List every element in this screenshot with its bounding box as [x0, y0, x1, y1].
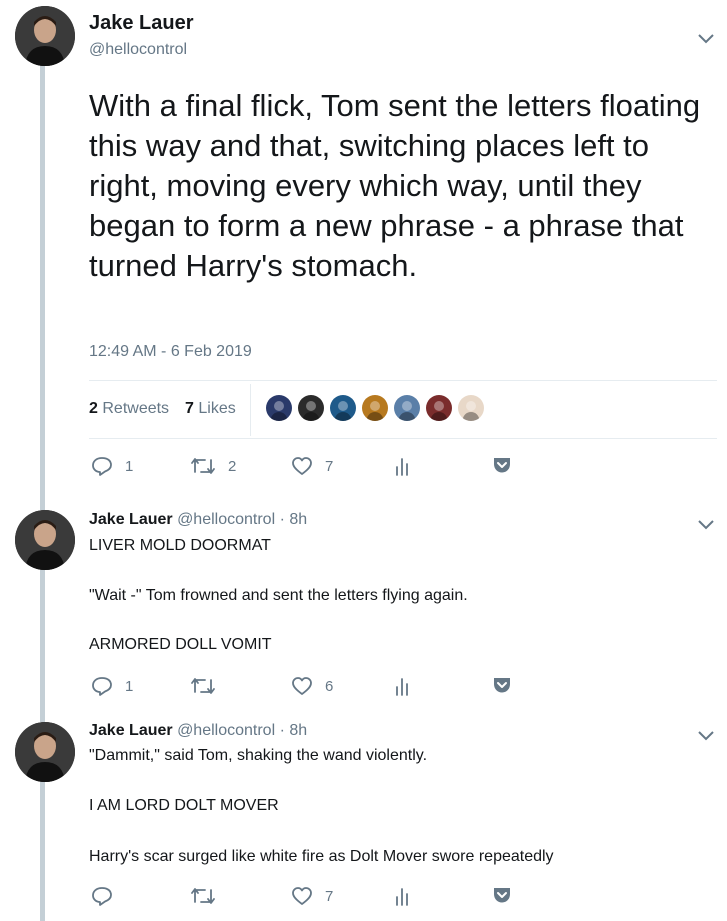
handle[interactable]: @hellocontrol: [177, 511, 275, 528]
pocket-icon: [494, 678, 510, 693]
reply-button[interactable]: 1: [91, 676, 133, 696]
retweet-button[interactable]: 2: [190, 456, 236, 476]
pocket-icon: [494, 458, 510, 473]
retweet-icon: [191, 888, 215, 904]
heart-icon: [292, 677, 312, 695]
like-button[interactable]: 7: [291, 886, 333, 906]
heart-icon: [292, 457, 312, 475]
divider: [89, 380, 717, 381]
likes-label: Likes: [198, 400, 236, 417]
liker-avatar[interactable]: [426, 395, 452, 421]
heart-icon: [292, 887, 312, 905]
reply-icon: [92, 887, 112, 906]
like-count: 7: [325, 887, 334, 905]
reply-time[interactable]: · 8h: [280, 511, 308, 528]
likes-count: 7: [185, 400, 194, 417]
display-name[interactable]: Jake Lauer: [89, 722, 173, 739]
chevron-down-icon[interactable]: [697, 519, 715, 531]
reply-header: Jake Lauer @hellocontrol · 8h: [89, 722, 307, 740]
display-name[interactable]: Jake Lauer: [89, 12, 194, 35]
chevron-down-icon[interactable]: [697, 730, 715, 742]
analytics-icon: [396, 458, 408, 476]
liker-avatar[interactable]: [330, 395, 356, 421]
like-count: 7: [325, 457, 334, 475]
reply-icon: [92, 457, 112, 476]
reply-button[interactable]: 1: [91, 456, 133, 476]
analytics-icon: [396, 678, 408, 696]
reply-count: 1: [125, 677, 134, 695]
avatar[interactable]: [15, 722, 75, 782]
analytics-icon: [396, 888, 408, 906]
handle[interactable]: @hellocontrol: [89, 41, 187, 59]
pocket-button[interactable]: [492, 886, 512, 904]
retweet-icon: [191, 458, 215, 474]
retweet-count: 2: [228, 457, 237, 475]
reply-icon: [92, 677, 112, 696]
reply-text-line: ARMORED DOLL VOMIT: [89, 636, 272, 653]
chevron-down-icon[interactable]: [697, 33, 715, 45]
reply-time[interactable]: · 8h: [280, 722, 308, 739]
analytics-button[interactable]: [394, 886, 410, 906]
like-count: 6: [325, 677, 334, 695]
reply-header: Jake Lauer @hellocontrol · 8h: [89, 511, 307, 529]
retweet-button[interactable]: [190, 676, 228, 696]
liker-avatar[interactable]: [266, 395, 292, 421]
liker-avatar[interactable]: [298, 395, 324, 421]
like-button[interactable]: 7: [291, 456, 333, 476]
display-name[interactable]: Jake Lauer: [89, 511, 173, 528]
likes-stat[interactable]: 7 Likes: [185, 400, 236, 418]
analytics-button[interactable]: [394, 456, 410, 476]
liker-avatars: [266, 395, 490, 421]
divider: [89, 438, 717, 439]
liker-avatar[interactable]: [394, 395, 420, 421]
liker-avatar[interactable]: [362, 395, 388, 421]
pocket-button[interactable]: [492, 456, 512, 474]
pocket-icon: [494, 888, 510, 903]
timestamp[interactable]: 12:49 AM - 6 Feb 2019: [89, 343, 252, 361]
reply-button[interactable]: [91, 886, 125, 906]
reply-text-line: "Dammit," said Tom, shaking the wand vio…: [89, 747, 428, 764]
handle[interactable]: @hellocontrol: [177, 722, 275, 739]
thread-line: [40, 62, 45, 510]
thread-line: [40, 570, 45, 722]
pocket-button[interactable]: [492, 676, 512, 694]
retweets-stat[interactable]: 2 Retweets: [89, 400, 169, 418]
avatar[interactable]: [15, 6, 75, 66]
reply-text-line: LIVER MOLD DOORMAT: [89, 537, 271, 554]
retweets-count: 2: [89, 400, 98, 417]
reply-text-line: I AM LORD DOLT MOVER: [89, 797, 279, 814]
reply-text-line: "Wait -" Tom frowned and sent the letter…: [89, 587, 468, 604]
tweet-text: With a final flick, Tom sent the letters…: [89, 88, 701, 283]
like-button[interactable]: 6: [291, 676, 333, 696]
retweet-icon: [191, 678, 215, 694]
stats-separator: [250, 384, 251, 436]
reply-text-line: Harry's scar surged like white fire as D…: [89, 848, 554, 865]
liker-avatar[interactable]: [458, 395, 484, 421]
reply-count: 1: [125, 457, 134, 475]
retweet-button[interactable]: [190, 886, 228, 906]
retweets-label: Retweets: [102, 400, 170, 417]
avatar[interactable]: [15, 510, 75, 570]
analytics-button[interactable]: [394, 676, 410, 696]
thread-line: [40, 782, 45, 921]
